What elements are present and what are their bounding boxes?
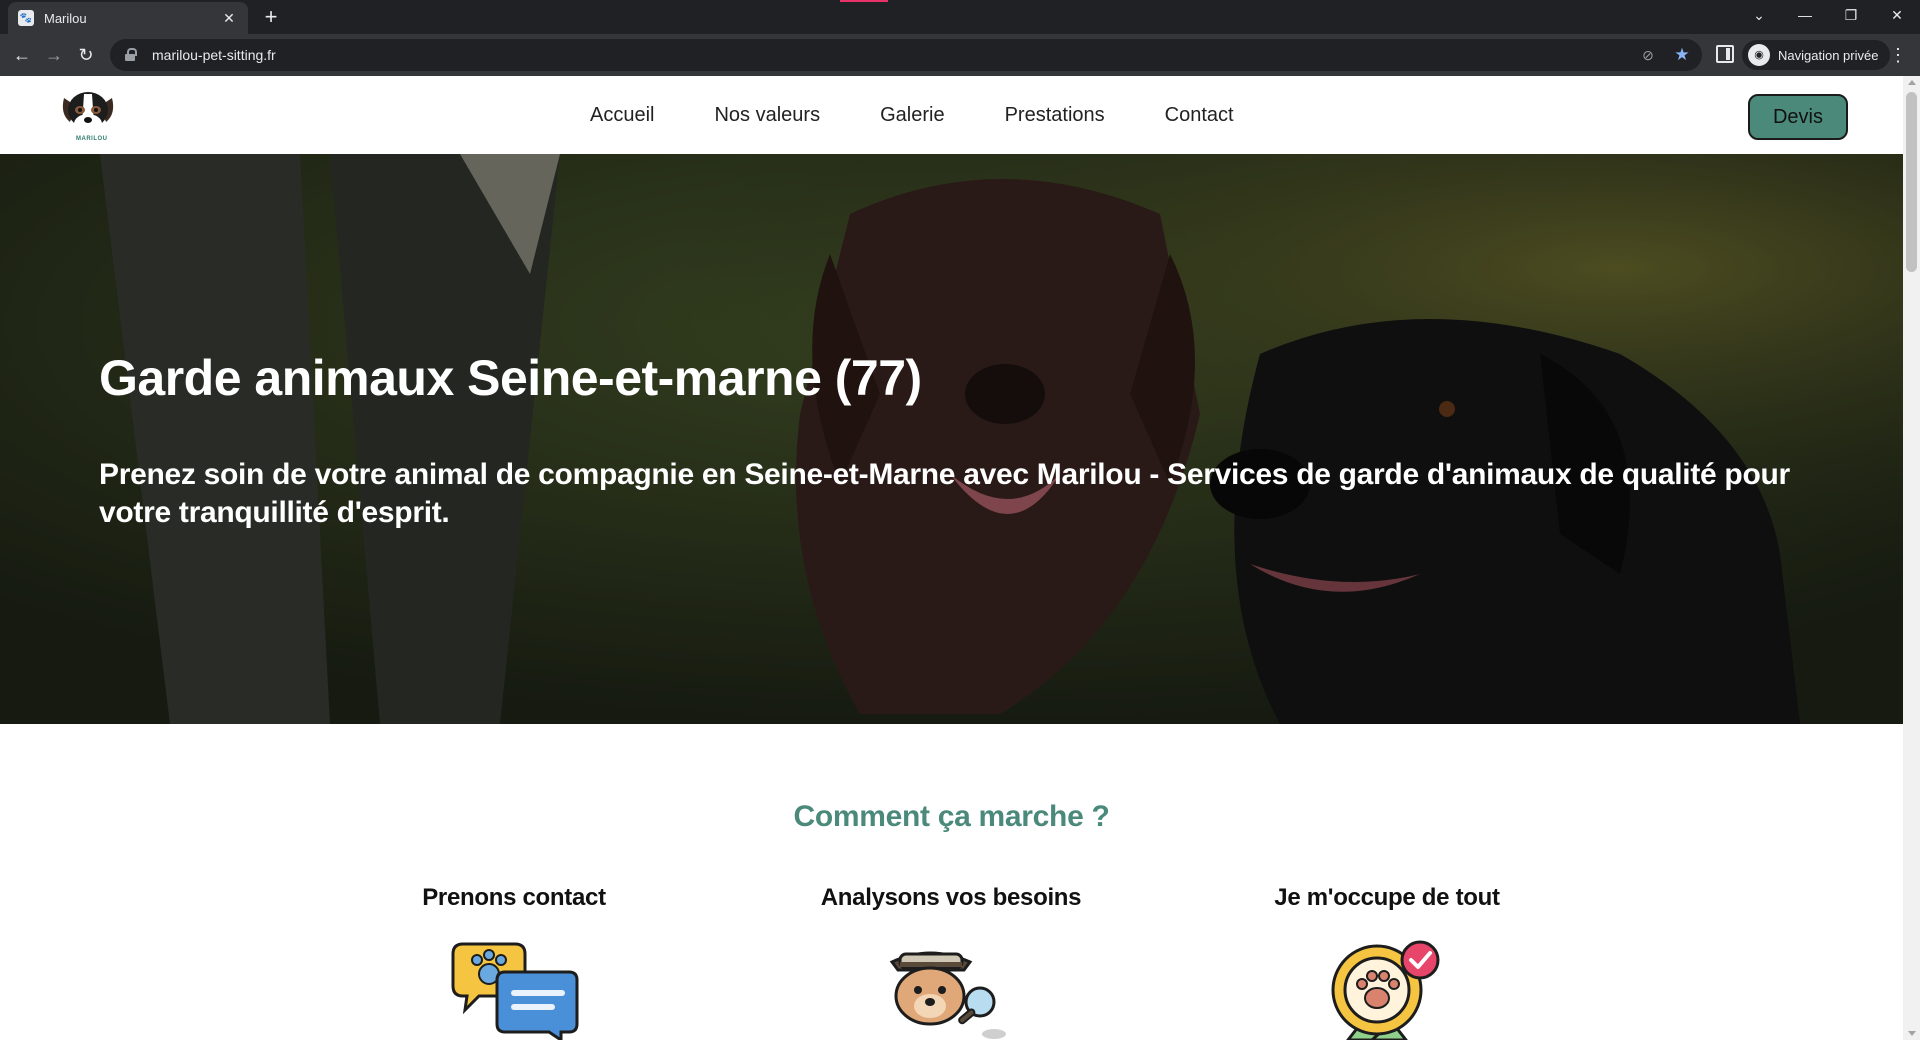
chat-paw-icon <box>451 942 579 1040</box>
menu-icon[interactable]: ⋮ <box>1888 42 1908 68</box>
site-header: MARILOU Accueil Nos valeurs Galerie Pres… <box>0 76 1903 154</box>
main-nav: Accueil Nos valeurs Galerie Prestations … <box>590 76 1234 154</box>
incognito-icon: ◉ <box>1748 44 1770 66</box>
step-1: Prenons contact <box>344 884 684 912</box>
url-text[interactable]: marilou-pet-sitting.fr <box>152 47 276 63</box>
reload-icon[interactable]: ↻ <box>72 41 100 69</box>
favicon-icon: 🐾 <box>18 10 34 26</box>
step-3: Je m'occupe de tout <box>1217 884 1557 912</box>
forward-icon[interactable]: → <box>40 41 68 69</box>
close-tab-icon[interactable]: ✕ <box>220 10 238 27</box>
tab-search-icon[interactable]: ⌄ <box>1736 0 1782 30</box>
devis-button[interactable]: Devis <box>1748 94 1848 140</box>
lock-icon[interactable] <box>124 48 138 62</box>
browser-tab[interactable]: 🐾 Marilou ✕ <box>8 2 248 34</box>
tab-title: Marilou <box>44 10 87 26</box>
nav-nos-valeurs[interactable]: Nos valeurs <box>714 104 820 127</box>
nav-prestations[interactable]: Prestations <box>1005 104 1105 127</box>
scroll-down-icon[interactable] <box>1908 1031 1916 1036</box>
step-2: Analysons vos besoins <box>781 884 1121 912</box>
address-bar[interactable]: marilou-pet-sitting.fr ⊘ ★ <box>110 39 1702 71</box>
paw-badge-icon <box>1331 940 1440 1040</box>
eye-off-icon[interactable]: ⊘ <box>1638 45 1658 65</box>
scroll-thumb[interactable] <box>1906 92 1917 272</box>
page-scrollbar[interactable] <box>1903 76 1920 1040</box>
detective-dog-icon <box>889 951 1006 1039</box>
restore-button[interactable]: ❐ <box>1828 0 1874 30</box>
side-panel-icon[interactable] <box>1716 45 1734 63</box>
hero-title: Garde animaux Seine-et-marne (77) <box>99 350 922 406</box>
incognito-indicator[interactable]: ◉ Navigation privée <box>1742 40 1891 70</box>
logo-text: MARILOU <box>76 136 108 142</box>
back-icon[interactable]: ← <box>8 41 36 69</box>
tab-strip-accent <box>840 0 888 2</box>
tab-bar: 🐾 Marilou ✕ + ⌄ — ❐ ✕ <box>0 0 1920 34</box>
scroll-up-icon[interactable] <box>1908 80 1916 85</box>
minimize-button[interactable]: — <box>1782 0 1828 30</box>
browser-toolbar: ← → ↻ marilou-pet-sitting.fr ⊘ ★ ◉ Navig… <box>0 34 1920 76</box>
hero-banner: Garde animaux Seine-et-marne (77) Prenez… <box>0 154 1903 724</box>
incognito-label: Navigation privée <box>1778 47 1879 63</box>
hero-subtitle: Prenez soin de votre animal de compagnie… <box>99 458 1790 529</box>
nav-contact[interactable]: Contact <box>1165 104 1234 127</box>
step-title: Prenons contact <box>422 884 606 911</box>
step-title: Analysons vos besoins <box>820 884 1082 911</box>
nav-galerie[interactable]: Galerie <box>880 104 944 127</box>
page-viewport: MARILOU Accueil Nos valeurs Galerie Pres… <box>0 76 1903 1040</box>
close-window-button[interactable]: ✕ <box>1874 0 1920 30</box>
hero-dogs-photo <box>0 154 1903 724</box>
new-tab-button[interactable]: + <box>258 4 284 30</box>
nav-accueil[interactable]: Accueil <box>590 104 654 127</box>
star-icon[interactable]: ★ <box>1672 45 1692 65</box>
how-it-works-title: Comment ça marche ? <box>793 800 1110 833</box>
step-title: Je m'occupe de tout <box>1274 884 1500 911</box>
